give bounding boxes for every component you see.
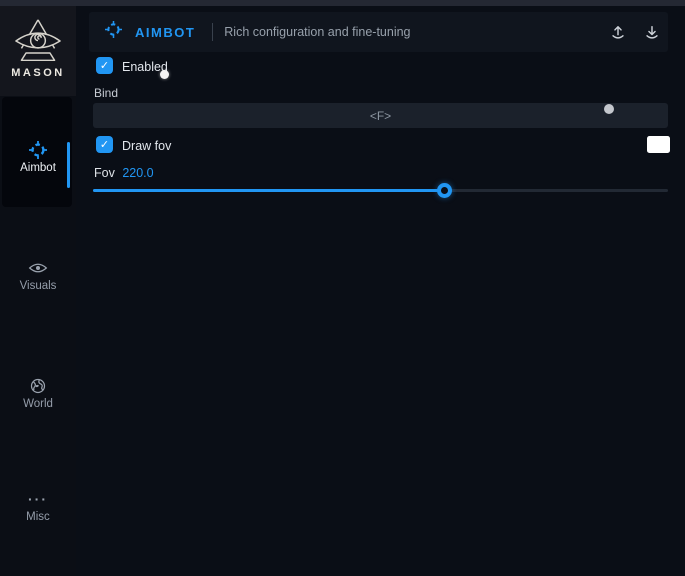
fov-slider-thumb[interactable] (437, 183, 452, 198)
download-config-button[interactable] (640, 20, 664, 44)
draw-fov-color-swatch[interactable] (647, 136, 670, 153)
fov-slider[interactable] (93, 182, 668, 198)
sidebar: MASON Aimbot Visuals (0, 6, 76, 576)
sidebar-item-label: World (0, 398, 76, 410)
brand-name: MASON (11, 67, 64, 79)
fov-value-row: Fov 220.0 (94, 166, 154, 180)
draw-fov-label: Draw fov (122, 139, 171, 153)
draw-fov-checkbox[interactable]: ✓ (96, 136, 113, 153)
app-window: MASON Aimbot Visuals (0, 0, 685, 576)
bind-key-input[interactable]: <F> (93, 103, 668, 128)
header-divider (212, 23, 213, 41)
page-subtitle: Rich configuration and fine-tuning (224, 25, 606, 39)
check-icon: ✓ (100, 138, 109, 151)
mason-pyramid-eye-logo-icon (13, 18, 63, 64)
globe-icon (0, 377, 76, 395)
sidebar-item-label: Misc (0, 511, 76, 523)
window-top-strip (0, 0, 685, 6)
crosshair-icon (0, 141, 76, 159)
sidebar-item-aimbot[interactable]: Aimbot (0, 141, 76, 174)
sidebar-item-visuals[interactable]: Visuals (0, 259, 76, 292)
fov-slider-fill (93, 189, 445, 192)
bind-label: Bind (94, 86, 118, 100)
ellipsis-icon: ··· (0, 490, 76, 508)
sidebar-item-world[interactable]: World (0, 377, 76, 410)
sidebar-item-label: Visuals (0, 280, 76, 292)
cursor-dot-icon (160, 70, 169, 79)
sidebar-item-misc[interactable]: ··· Misc (0, 490, 76, 523)
fov-label: Fov (94, 166, 115, 180)
upload-config-button[interactable] (606, 20, 630, 44)
brand-logo-block: MASON (0, 6, 76, 96)
cursor-dot-secondary-icon (604, 104, 614, 114)
enabled-checkbox[interactable]: ✓ (96, 57, 113, 74)
fov-value: 220.0 (122, 166, 153, 180)
crosshair-icon (105, 21, 122, 43)
bind-key-value: <F> (370, 109, 391, 123)
eye-icon (0, 259, 76, 277)
sidebar-item-label: Aimbot (0, 162, 76, 174)
page-title: AIMBOT (135, 25, 195, 40)
check-icon: ✓ (100, 59, 109, 72)
page-header: AIMBOT Rich configuration and fine-tunin… (89, 12, 668, 52)
